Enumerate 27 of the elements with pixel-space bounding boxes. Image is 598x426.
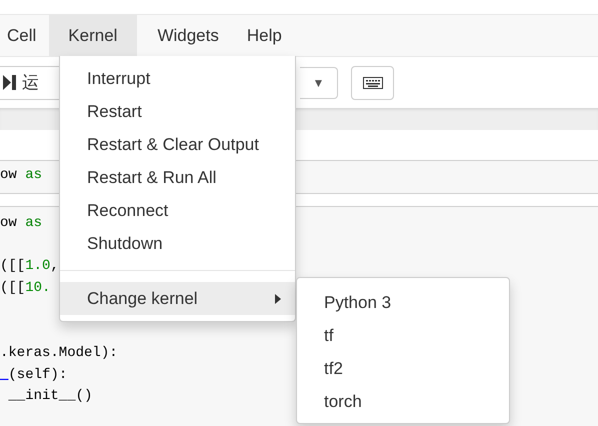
code-line: ow as [0, 214, 42, 233]
submenu-arrow-icon [275, 294, 281, 304]
code-line: .keras.Model): [0, 344, 118, 363]
menu-item[interactable]: Cell [0, 15, 50, 56]
keyboard-button[interactable] [351, 66, 394, 100]
menu-item[interactable]: Restart & Run All [60, 161, 295, 194]
submenu-item[interactable]: Change kernel [60, 282, 295, 315]
code-line: _(self): [0, 366, 68, 385]
menu-item[interactable]: Kernel [49, 15, 138, 56]
menu-item[interactable]: Interrupt [60, 62, 295, 95]
menu-item[interactable]: Widgets [137, 15, 239, 56]
menu-item[interactable]: Help [238, 15, 301, 56]
keyboard-icon [362, 76, 382, 88]
kernel-option[interactable]: Python 3 [297, 286, 509, 319]
kernel-option[interactable]: tf [297, 319, 509, 352]
code-line: ([[1.0, [0, 257, 59, 276]
menu-item[interactable]: Restart & Clear Output [60, 128, 295, 161]
cell-type-dropdown[interactable]: ▼ [300, 66, 338, 98]
code-line: __init__() [7, 387, 92, 406]
kernel-option[interactable]: tf2 [297, 352, 509, 385]
menu-item[interactable]: Shutdown [60, 227, 295, 260]
run-button[interactable]: 运 [0, 66, 59, 100]
code-line: ow as [0, 166, 42, 185]
run-icon [3, 75, 16, 90]
code-line: ([[10. [0, 278, 50, 298]
kernel-option[interactable]: torch [297, 385, 509, 418]
menu-item[interactable]: Restart [60, 95, 295, 128]
